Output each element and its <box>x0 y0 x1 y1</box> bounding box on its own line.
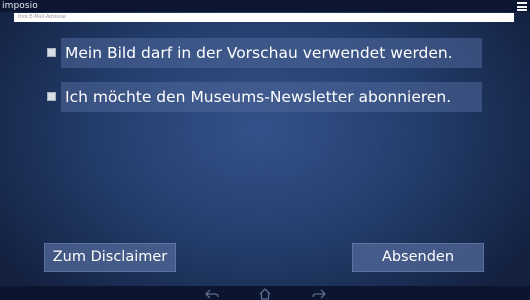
newsletter-label[interactable]: Ich möchte den Museums-Newsletter abonni… <box>61 82 482 112</box>
newsletter-checkbox[interactable] <box>47 92 56 101</box>
title-bar: imposio <box>0 0 530 12</box>
home-icon[interactable] <box>257 287 273 300</box>
email-input[interactable] <box>14 13 514 22</box>
app-title: imposio <box>2 1 38 11</box>
preview-consent-label[interactable]: Mein Bild darf in der Vorschau verwendet… <box>61 38 482 68</box>
submit-button[interactable]: Absenden <box>352 243 484 272</box>
hamburger-menu-icon[interactable] <box>517 2 527 11</box>
forward-arrow-icon[interactable] <box>311 287 327 300</box>
disclaimer-button[interactable]: Zum Disclaimer <box>44 243 176 272</box>
back-arrow-icon[interactable] <box>204 287 220 300</box>
preview-consent-checkbox[interactable] <box>47 48 56 57</box>
bottom-navigation-bar <box>0 286 530 300</box>
app-window: imposio Mein Bild darf in der Vorschau v… <box>0 0 530 300</box>
